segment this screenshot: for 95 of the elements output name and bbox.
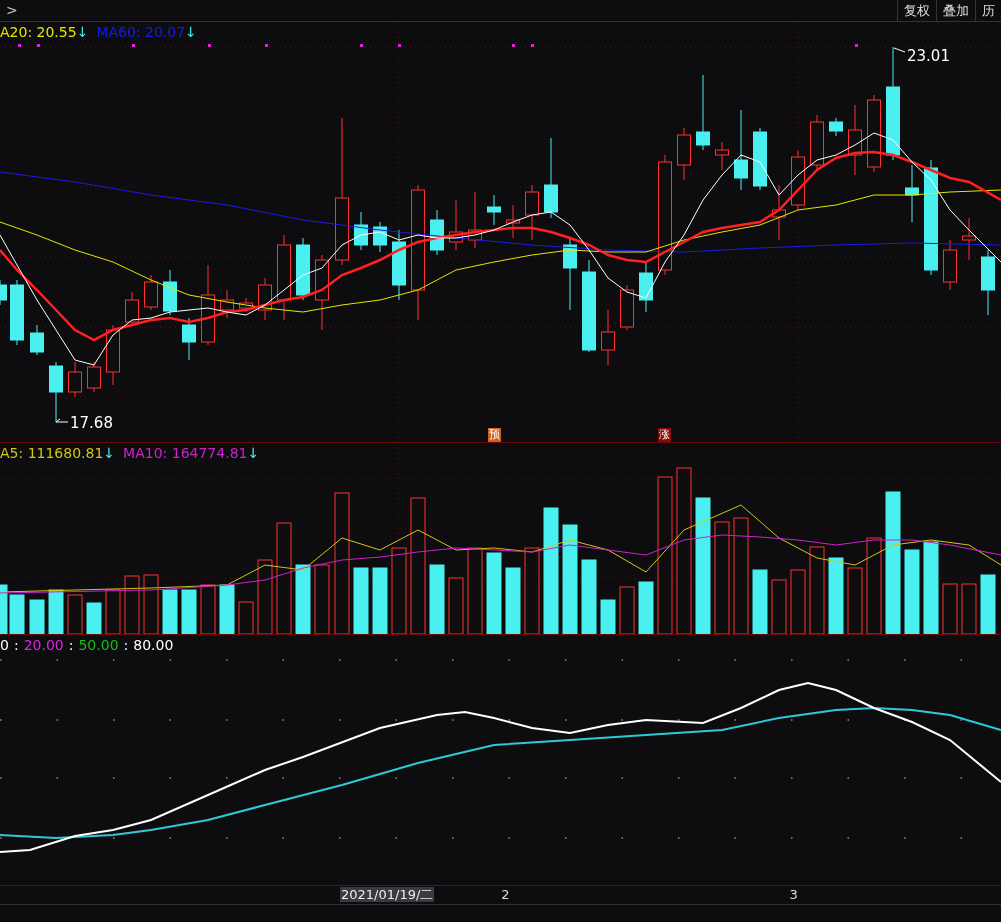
indicator-value: MA60: 20.07 — [96, 23, 186, 41]
indicator-value: 20.00 — [23, 636, 64, 654]
volume-bar — [980, 574, 996, 634]
volume-bar — [638, 581, 654, 634]
leader-line — [893, 47, 906, 53]
volume-bar — [752, 569, 768, 634]
candlestick — [296, 237, 310, 301]
candlestick — [68, 361, 82, 398]
candlestick — [772, 184, 786, 241]
indicator-value: 0 — [0, 636, 9, 654]
volume-bar — [67, 594, 83, 634]
candlestick — [0, 279, 7, 306]
volume-bar — [961, 583, 977, 634]
date-axis-label: 2 — [500, 887, 511, 903]
volume-bar — [162, 589, 178, 634]
volume-bar — [86, 602, 102, 634]
candlestick — [106, 324, 120, 386]
leader-line — [55, 418, 69, 423]
indicator-value: MA10: 164774.81 — [123, 444, 248, 462]
indicator-value: 80.00 — [133, 636, 174, 654]
candlestick — [620, 284, 634, 331]
separator-colon: : — [123, 636, 129, 654]
candlestick — [677, 127, 691, 181]
candlestick — [392, 229, 406, 301]
candlestick — [981, 249, 995, 316]
volume-bar — [429, 564, 445, 634]
candlestick — [943, 239, 957, 291]
candlestick — [258, 277, 272, 321]
candlestick — [506, 204, 520, 239]
candlestick — [905, 164, 919, 223]
candlestick — [810, 114, 824, 171]
indicator-value: A5: 111680.81 — [0, 444, 104, 462]
candlestick — [125, 291, 139, 327]
event-marker[interactable]: 涨 — [658, 428, 671, 442]
candlestick — [144, 274, 158, 311]
candlestick — [848, 104, 862, 176]
volume-bar — [238, 601, 254, 634]
volume-bar — [143, 574, 159, 634]
volume-bar — [353, 567, 369, 634]
date-axis-label: 2021/01/19/二 — [340, 887, 435, 903]
volume-bar — [181, 589, 197, 634]
volume-bar — [600, 599, 616, 634]
volume-bar — [847, 567, 863, 634]
candlestick — [220, 289, 234, 319]
candlestick — [715, 141, 729, 171]
candlestick — [525, 184, 539, 241]
volume-bar — [29, 599, 45, 634]
volume-bar — [48, 589, 64, 634]
volume-bar — [790, 569, 806, 634]
candlestick — [87, 361, 101, 393]
candlestick — [829, 117, 843, 137]
indicator-value: A20: 20.55 — [0, 23, 77, 41]
volume-bar — [105, 589, 121, 634]
candlestick — [163, 269, 177, 316]
candlestick — [354, 211, 368, 251]
candlestick — [430, 209, 444, 256]
candlestick — [182, 317, 196, 361]
volume-bar — [619, 586, 635, 634]
down-arrow-icon: ↓ — [247, 444, 260, 462]
down-arrow-icon: ↓ — [76, 23, 89, 41]
candlestick — [239, 297, 253, 313]
volume-bar — [124, 575, 140, 634]
separator-colon: : — [13, 636, 19, 654]
separator-colon: : — [68, 636, 74, 654]
candlestick — [753, 127, 767, 191]
volume-bar — [200, 584, 216, 634]
volume-bar — [314, 564, 330, 634]
event-marker[interactable]: 预 — [488, 428, 501, 442]
high-price-label: 23.01 — [907, 47, 950, 65]
volume-bar — [372, 567, 388, 634]
down-arrow-icon: ↓ — [185, 23, 197, 41]
volume-bar — [219, 584, 235, 634]
toolbar-button[interactable]: 叠加 — [936, 0, 975, 21]
toolbar-button[interactable]: 历 — [975, 0, 1001, 21]
candlestick — [639, 261, 653, 313]
volume-bar — [448, 577, 464, 634]
date-axis-label: 3 — [788, 887, 799, 903]
candlestick — [449, 199, 463, 251]
candlestick — [49, 361, 63, 423]
volume-bar — [942, 583, 958, 634]
volume-bar — [295, 564, 311, 634]
volume-bar — [505, 567, 521, 634]
volume-bar — [771, 579, 787, 634]
toolbar-button[interactable]: 复权 — [897, 0, 936, 21]
next-glyph[interactable]: > — [0, 0, 18, 21]
candlestick — [10, 279, 24, 346]
candlestick — [30, 324, 44, 356]
indicator-value: 50.00 — [78, 636, 119, 654]
down-arrow-icon: ↓ — [103, 444, 116, 462]
candlestick — [601, 309, 615, 366]
candlestick — [373, 221, 387, 253]
candlestick — [962, 217, 976, 261]
low-price-label: 17.68 — [70, 414, 113, 432]
candlestick — [468, 191, 482, 249]
candlestick — [487, 194, 501, 226]
